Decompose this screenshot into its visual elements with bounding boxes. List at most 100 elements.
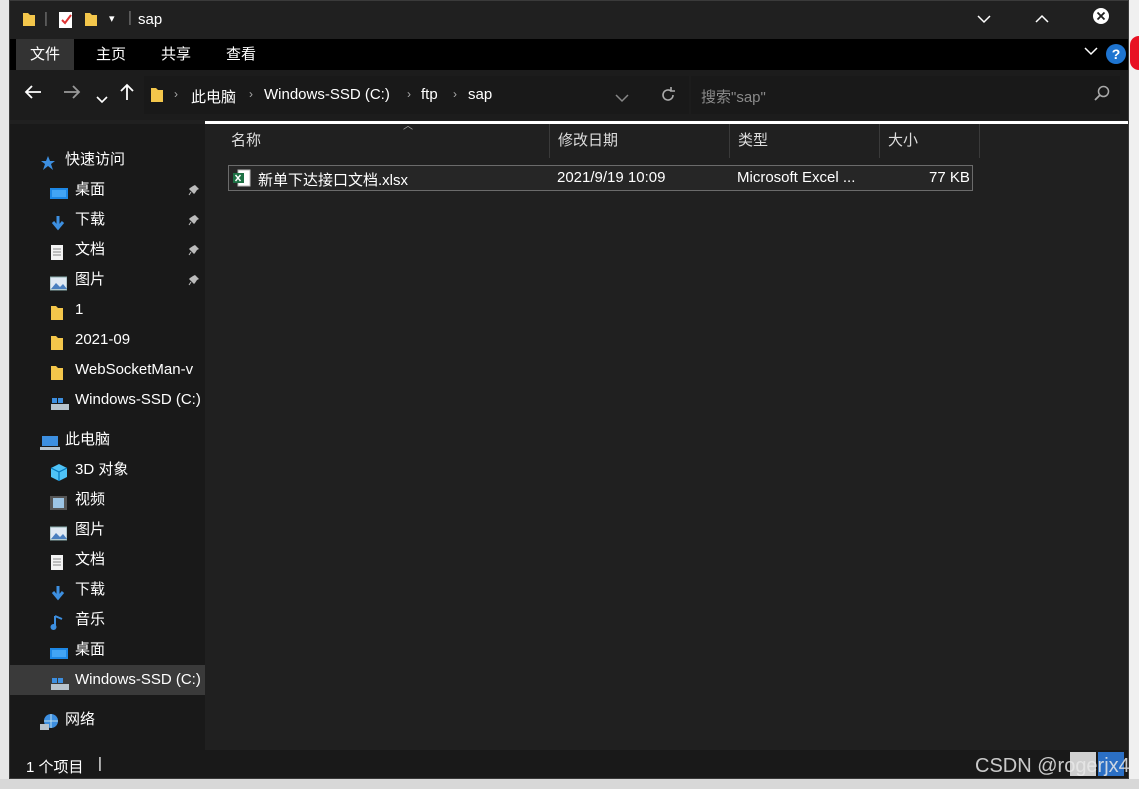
document-icon <box>50 242 68 260</box>
breadcrumb-drive[interactable]: Windows-SSD (C:) <box>264 86 390 103</box>
sidebar-item-label: 桌面 <box>75 641 106 658</box>
sidebar-item-label: 图片 <box>75 271 106 288</box>
breadcrumb-ftp[interactable]: ftp <box>421 86 438 103</box>
sidebar-item[interactable]: 2021-09 <box>10 325 205 355</box>
file-modified: 2021/9/19 10:09 <box>557 169 666 186</box>
column-type-label: 类型 <box>738 132 769 149</box>
navigation-pane: 快速访问 桌面 下载 文档 图片 1 2021-09 WebSocketMan-v Window… <box>10 124 205 750</box>
refresh-icon[interactable] <box>659 86 677 108</box>
video-icon <box>50 492 68 510</box>
search-box[interactable]: 搜索"sap" <box>691 76 1120 114</box>
sidebar-item[interactable]: 图片 <box>10 265 205 295</box>
watermark: CSDN @rogerjx4 <box>975 755 1130 777</box>
forward-button[interactable] <box>63 83 81 106</box>
sidebar-item-label: 图片 <box>75 521 106 538</box>
recent-locations-button[interactable] <box>96 87 108 110</box>
sidebar-item[interactable]: 此电脑 <box>10 425 205 455</box>
star-icon <box>40 152 58 170</box>
title-bar: | ▾ | sap <box>10 1 1128 39</box>
sidebar-item-label: 2021-09 <box>75 331 131 348</box>
sidebar-item[interactable]: 桌面 <box>10 175 205 205</box>
window-title: sap <box>138 11 163 28</box>
folder-icon <box>150 86 164 107</box>
new-folder-icon[interactable] <box>84 11 98 31</box>
sidebar-item-label: WebSocketMan-v <box>75 361 194 378</box>
sidebar-item-label: 桌面 <box>75 181 106 198</box>
status-divider: | <box>98 755 102 772</box>
sidebar-item[interactable]: Windows-SSD (C:) <box>10 385 205 415</box>
file-list: ︿ 名称 修改日期 类型 大小 新单下达接口文档.xlsx 2021/9/19 … <box>205 121 1128 750</box>
file-size: 77 KB <box>929 169 970 186</box>
download-icon <box>50 582 68 601</box>
sidebar-item[interactable]: 快速访问 <box>10 145 205 175</box>
sidebar-item[interactable]: 1 <box>10 295 205 325</box>
customize-toolbar-icon[interactable]: ▾ <box>109 12 115 25</box>
sidebar-item-label: 1 <box>75 301 84 318</box>
picture-icon <box>49 522 68 541</box>
picture-icon <box>49 272 68 291</box>
background-panel <box>1129 0 1139 789</box>
sidebar-item[interactable]: Windows-SSD (C:) <box>10 665 205 695</box>
help-button[interactable]: ? <box>1106 44 1126 64</box>
sidebar-item[interactable]: 视频 <box>10 485 205 515</box>
sidebar-item-label: 文档 <box>75 551 106 568</box>
network-icon <box>40 712 58 730</box>
pin-icon[interactable] <box>188 265 200 295</box>
chevron-right-icon: › <box>407 87 411 101</box>
column-size-label: 大小 <box>888 132 919 149</box>
divider: | <box>44 10 48 27</box>
tab-home[interactable]: 主页 <box>82 39 140 70</box>
sidebar-item-label: 3D 对象 <box>75 461 129 478</box>
sidebar-item[interactable]: 文档 <box>10 545 205 575</box>
background-strip <box>0 779 1139 789</box>
up-button[interactable] <box>120 83 134 107</box>
table-row[interactable]: 新单下达接口文档.xlsx 2021/9/19 10:09 Microsoft … <box>228 165 973 191</box>
maximize-button[interactable] <box>1022 7 1062 33</box>
back-button[interactable] <box>24 83 42 106</box>
sidebar-item[interactable]: 图片 <box>10 515 205 545</box>
navigation-bar: › 此电脑 › Windows-SSD (C:) › ftp › sap 搜索"… <box>10 70 1128 120</box>
address-bar[interactable]: › 此电脑 › Windows-SSD (C:) › ftp › sap <box>144 76 599 114</box>
column-modified-label: 修改日期 <box>558 132 619 149</box>
column-name-label: 名称 <box>231 132 262 149</box>
sidebar-item-label: 视频 <box>75 491 106 508</box>
search-input[interactable]: 搜索"sap" <box>701 86 766 107</box>
close-button[interactable] <box>1081 7 1121 33</box>
sidebar-item-label: 音乐 <box>75 611 106 628</box>
tab-file[interactable]: 文件 <box>16 39 75 70</box>
pin-icon[interactable] <box>188 235 200 265</box>
properties-icon[interactable] <box>58 11 74 33</box>
sidebar-item[interactable]: 3D 对象 <box>10 455 205 485</box>
cube-icon <box>50 462 68 481</box>
background-badge <box>1130 36 1139 70</box>
tab-view[interactable]: 查看 <box>212 39 270 70</box>
download-icon <box>50 212 68 231</box>
column-size[interactable]: 大小 <box>880 124 980 158</box>
sidebar-item[interactable]: 桌面 <box>10 635 205 665</box>
sidebar-item[interactable]: 文档 <box>10 235 205 265</box>
explorer-window: | ▾ | sap 文件 主页 共享 查看 ? › 此电脑 › Windows-… <box>9 0 1129 779</box>
pin-icon[interactable] <box>188 205 200 235</box>
folder-icon <box>22 11 36 31</box>
pin-icon[interactable] <box>188 175 200 205</box>
sidebar-item[interactable]: WebSocketMan-v <box>10 355 205 385</box>
breadcrumb-sap[interactable]: sap <box>468 86 492 103</box>
breadcrumb-this-pc[interactable]: 此电脑 <box>191 86 236 107</box>
desktop-icon <box>50 642 68 659</box>
expand-ribbon-icon[interactable] <box>1084 43 1098 60</box>
drive-icon <box>50 392 69 410</box>
sidebar-item[interactable]: 网络 <box>10 705 205 735</box>
sidebar-item[interactable]: 音乐 <box>10 605 205 635</box>
address-dropdown-icon[interactable] <box>615 90 629 107</box>
folder-icon <box>50 302 68 320</box>
minimize-button[interactable] <box>964 7 1004 33</box>
column-type[interactable]: 类型 <box>730 124 880 158</box>
column-name[interactable]: ︿ 名称 <box>223 121 550 158</box>
tab-share[interactable]: 共享 <box>147 39 205 70</box>
sidebar-item[interactable]: 下载 <box>10 205 205 235</box>
column-modified[interactable]: 修改日期 <box>550 124 730 158</box>
sort-ascending-icon: ︿ <box>403 121 413 132</box>
music-icon <box>50 612 68 630</box>
sidebar-item-label: 快速访问 <box>65 151 126 168</box>
sidebar-item[interactable]: 下载 <box>10 575 205 605</box>
